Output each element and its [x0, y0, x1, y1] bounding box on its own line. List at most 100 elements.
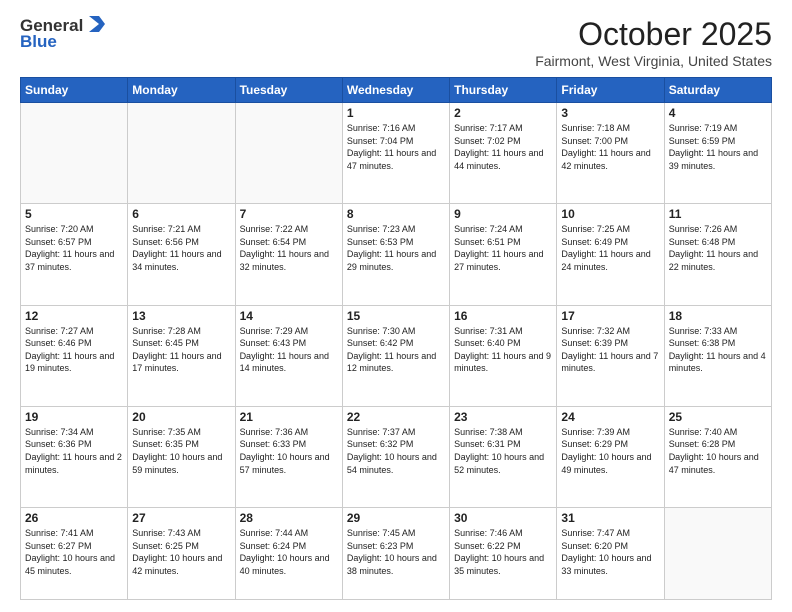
day-info: Sunrise: 7:23 AM Sunset: 6:53 PM Dayligh…: [347, 223, 445, 273]
day-number: 4: [669, 106, 767, 120]
table-row: 5 Sunrise: 7:20 AM Sunset: 6:57 PM Daylig…: [21, 204, 128, 305]
table-row: 9Sunrise: 7:24 AM Sunset: 6:51 PM Daylig…: [450, 204, 557, 305]
day-info: Sunrise: 7:33 AM Sunset: 6:38 PM Dayligh…: [669, 325, 767, 375]
day-number: 17: [561, 309, 659, 323]
table-row: 21Sunrise: 7:36 AM Sunset: 6:33 PM Dayli…: [235, 406, 342, 507]
day-info: Sunrise: 7:28 AM Sunset: 6:45 PM Dayligh…: [132, 325, 230, 375]
day-info: Sunrise: 7:27 AM Sunset: 6:46 PM Dayligh…: [25, 325, 123, 375]
day-number: 2: [454, 106, 552, 120]
table-row: 3Sunrise: 7:18 AM Sunset: 7:00 PM Daylig…: [557, 103, 664, 204]
day-info: Sunrise: 7:21 AM Sunset: 6:56 PM Dayligh…: [132, 223, 230, 273]
day-number: 29: [347, 511, 445, 525]
calendar-week-row: 12 Sunrise: 7:27 AM Sunset: 6:46 PM Dayli…: [21, 305, 772, 406]
col-friday: Friday: [557, 78, 664, 103]
day-number: 12: [25, 309, 123, 323]
day-number: 25: [669, 410, 767, 424]
table-row: 11 Sunrise: 7:26 AM Sunset: 6:48 PM Dayli…: [664, 204, 771, 305]
day-info: Sunrise: 7:34 AM Sunset: 6:36 PM Dayligh…: [25, 426, 123, 476]
day-number: 1: [347, 106, 445, 120]
day-number: 26: [25, 511, 123, 525]
table-row: 18 Sunrise: 7:33 AM Sunset: 6:38 PM Dayli…: [664, 305, 771, 406]
calendar-week-row: 19 Sunrise: 7:34 AM Sunset: 6:36 PM Dayli…: [21, 406, 772, 507]
page: General Blue October 2025 Fairmont, West…: [0, 0, 792, 612]
table-row: 12 Sunrise: 7:27 AM Sunset: 6:46 PM Dayli…: [21, 305, 128, 406]
location: Fairmont, West Virginia, United States: [535, 53, 772, 69]
day-info: Sunrise: 7:35 AM Sunset: 6:35 PM Dayligh…: [132, 426, 230, 476]
table-row: 27 Sunrise: 7:43 AM Sunset: 6:25 PM Dayli…: [128, 508, 235, 600]
day-info: Sunrise: 7:16 AM Sunset: 7:04 PM Dayligh…: [347, 122, 445, 172]
day-info: Sunrise: 7:37 AM Sunset: 6:32 PM Dayligh…: [347, 426, 445, 476]
day-number: 9: [454, 207, 552, 221]
col-thursday: Thursday: [450, 78, 557, 103]
table-row: 22 Sunrise: 7:37 AM Sunset: 6:32 PM Dayli…: [342, 406, 449, 507]
table-row: 13Sunrise: 7:28 AM Sunset: 6:45 PM Dayli…: [128, 305, 235, 406]
day-number: 18: [669, 309, 767, 323]
col-wednesday: Wednesday: [342, 78, 449, 103]
day-info: Sunrise: 7:17 AM Sunset: 7:02 PM Dayligh…: [454, 122, 552, 172]
table-row: [235, 103, 342, 204]
day-number: 31: [561, 511, 659, 525]
day-info: Sunrise: 7:19 AM Sunset: 6:59 PM Dayligh…: [669, 122, 767, 172]
table-row: 19 Sunrise: 7:34 AM Sunset: 6:36 PM Dayli…: [21, 406, 128, 507]
table-row: 29 Sunrise: 7:45 AM Sunset: 6:23 PM Dayli…: [342, 508, 449, 600]
table-row: 24 Sunrise: 7:39 AM Sunset: 6:29 PM Dayli…: [557, 406, 664, 507]
day-number: 5: [25, 207, 123, 221]
day-number: 10: [561, 207, 659, 221]
day-info: Sunrise: 7:36 AM Sunset: 6:33 PM Dayligh…: [240, 426, 338, 476]
title-block: October 2025 Fairmont, West Virginia, Un…: [535, 16, 772, 69]
table-row: 25 Sunrise: 7:40 AM Sunset: 6:28 PM Dayli…: [664, 406, 771, 507]
table-row: 6 Sunrise: 7:21 AM Sunset: 6:56 PM Daylig…: [128, 204, 235, 305]
day-info: Sunrise: 7:45 AM Sunset: 6:23 PM Dayligh…: [347, 527, 445, 577]
day-info: Sunrise: 7:31 AM Sunset: 6:40 PM Dayligh…: [454, 325, 552, 375]
calendar-week-row: 5 Sunrise: 7:20 AM Sunset: 6:57 PM Daylig…: [21, 204, 772, 305]
calendar-header-row: Sunday Monday Tuesday Wednesday Thursday…: [21, 78, 772, 103]
col-tuesday: Tuesday: [235, 78, 342, 103]
day-info: Sunrise: 7:25 AM Sunset: 6:49 PM Dayligh…: [561, 223, 659, 273]
day-info: Sunrise: 7:38 AM Sunset: 6:31 PM Dayligh…: [454, 426, 552, 476]
table-row: 26 Sunrise: 7:41 AM Sunset: 6:27 PM Dayli…: [21, 508, 128, 600]
month-title: October 2025: [535, 16, 772, 53]
table-row: 4 Sunrise: 7:19 AM Sunset: 6:59 PM Daylig…: [664, 103, 771, 204]
day-number: 14: [240, 309, 338, 323]
day-info: Sunrise: 7:18 AM Sunset: 7:00 PM Dayligh…: [561, 122, 659, 172]
table-row: 20 Sunrise: 7:35 AM Sunset: 6:35 PM Dayli…: [128, 406, 235, 507]
day-info: Sunrise: 7:30 AM Sunset: 6:42 PM Dayligh…: [347, 325, 445, 375]
day-number: 11: [669, 207, 767, 221]
calendar-week-row: 26 Sunrise: 7:41 AM Sunset: 6:27 PM Dayli…: [21, 508, 772, 600]
calendar-table: Sunday Monday Tuesday Wednesday Thursday…: [20, 77, 772, 600]
table-row: 28Sunrise: 7:44 AM Sunset: 6:24 PM Dayli…: [235, 508, 342, 600]
day-info: Sunrise: 7:47 AM Sunset: 6:20 PM Dayligh…: [561, 527, 659, 577]
day-number: 22: [347, 410, 445, 424]
logo: General Blue: [20, 16, 107, 52]
day-info: Sunrise: 7:26 AM Sunset: 6:48 PM Dayligh…: [669, 223, 767, 273]
day-number: 6: [132, 207, 230, 221]
day-info: Sunrise: 7:40 AM Sunset: 6:28 PM Dayligh…: [669, 426, 767, 476]
day-info: Sunrise: 7:46 AM Sunset: 6:22 PM Dayligh…: [454, 527, 552, 577]
day-info: Sunrise: 7:32 AM Sunset: 6:39 PM Dayligh…: [561, 325, 659, 375]
day-info: Sunrise: 7:43 AM Sunset: 6:25 PM Dayligh…: [132, 527, 230, 577]
day-info: Sunrise: 7:20 AM Sunset: 6:57 PM Dayligh…: [25, 223, 123, 273]
day-number: 15: [347, 309, 445, 323]
day-number: 7: [240, 207, 338, 221]
table-row: [128, 103, 235, 204]
day-number: 27: [132, 511, 230, 525]
table-row: 1 Sunrise: 7:16 AM Sunset: 7:04 PM Daylig…: [342, 103, 449, 204]
day-number: 16: [454, 309, 552, 323]
table-row: [21, 103, 128, 204]
day-number: 30: [454, 511, 552, 525]
col-saturday: Saturday: [664, 78, 771, 103]
table-row: 14Sunrise: 7:29 AM Sunset: 6:43 PM Dayli…: [235, 305, 342, 406]
table-row: 15 Sunrise: 7:30 AM Sunset: 6:42 PM Dayli…: [342, 305, 449, 406]
table-row: 7Sunrise: 7:22 AM Sunset: 6:54 PM Daylig…: [235, 204, 342, 305]
table-row: 31 Sunrise: 7:47 AM Sunset: 6:20 PM Dayli…: [557, 508, 664, 600]
logo-arrow-icon: [85, 14, 107, 36]
day-info: Sunrise: 7:39 AM Sunset: 6:29 PM Dayligh…: [561, 426, 659, 476]
day-number: 19: [25, 410, 123, 424]
table-row: 16 Sunrise: 7:31 AM Sunset: 6:40 PM Dayli…: [450, 305, 557, 406]
day-info: Sunrise: 7:41 AM Sunset: 6:27 PM Dayligh…: [25, 527, 123, 577]
day-number: 24: [561, 410, 659, 424]
day-number: 20: [132, 410, 230, 424]
table-row: 8Sunrise: 7:23 AM Sunset: 6:53 PM Daylig…: [342, 204, 449, 305]
header: General Blue October 2025 Fairmont, West…: [20, 16, 772, 69]
day-number: 28: [240, 511, 338, 525]
